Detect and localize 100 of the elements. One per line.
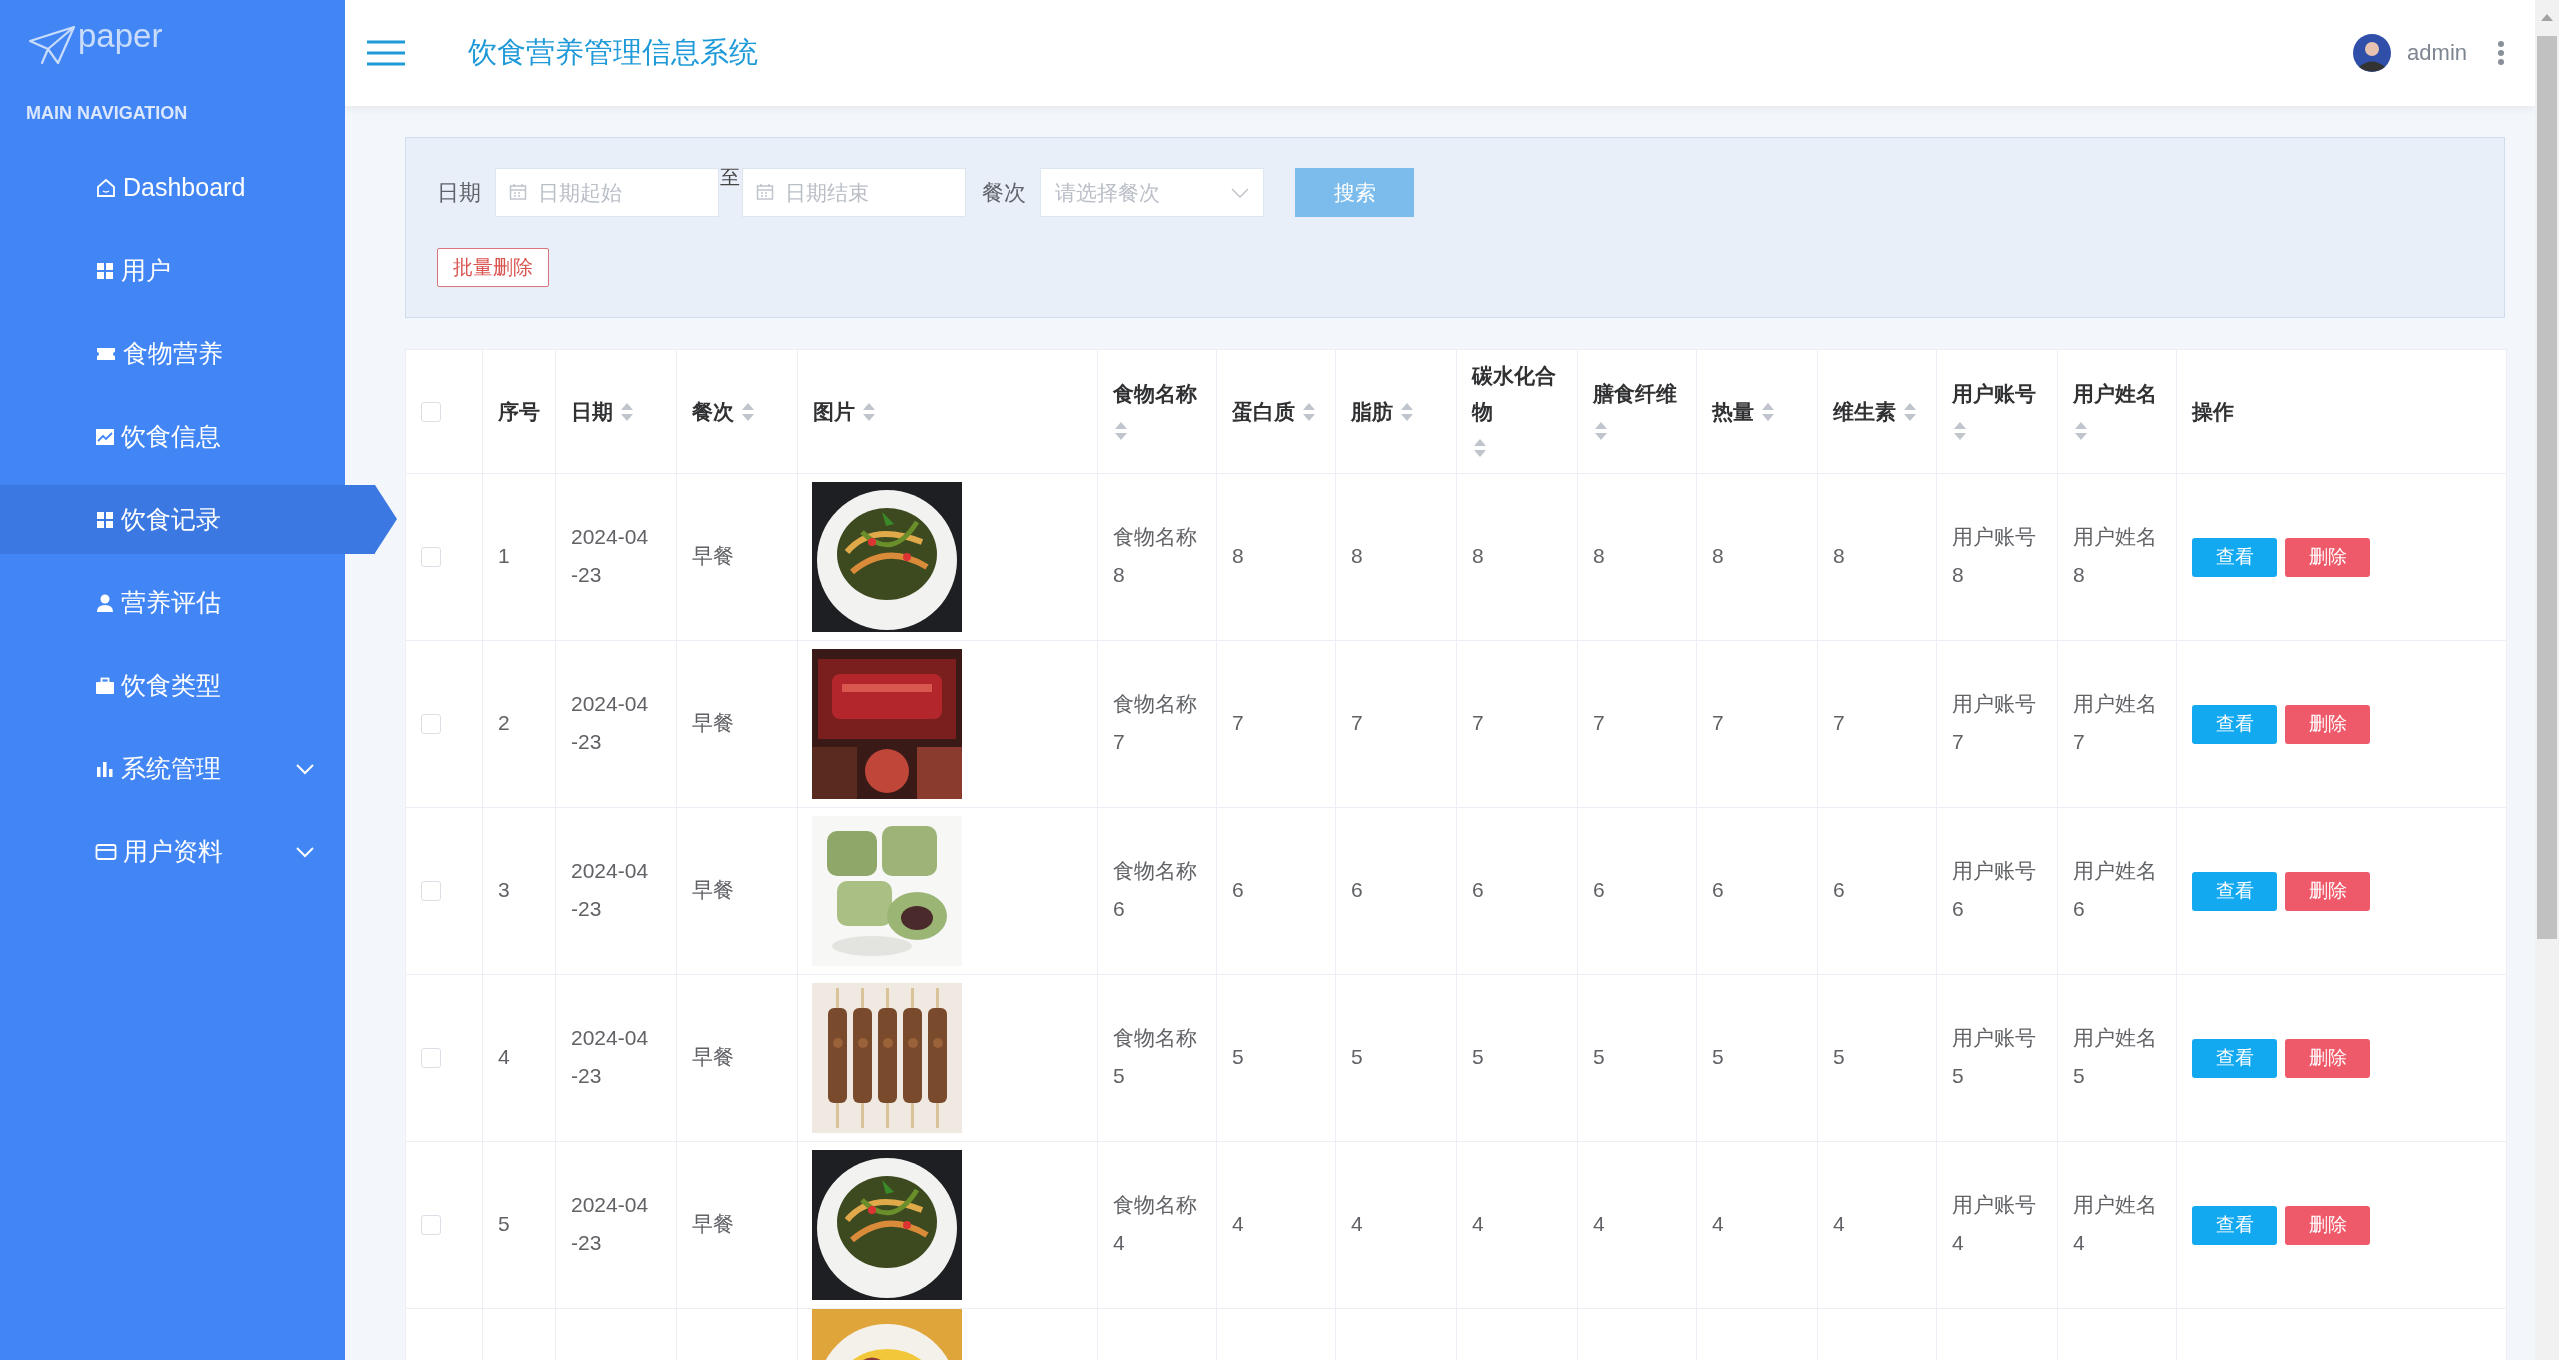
table-cell: 7 [1712,711,1724,734]
view-button[interactable]: 查看 [2192,1205,2277,1245]
table-cell: 用户账号6 [1952,859,2036,920]
batch-delete-button[interactable]: 批量删除 [437,248,549,287]
chevron-icon [1231,187,1249,198]
checkbox[interactable] [421,1215,441,1235]
table-cell: 用户姓名4 [2073,1193,2157,1254]
table-cell: 8 [1232,544,1244,567]
bar-chart-icon [95,759,115,778]
table-cell: 4 [1351,1212,1363,1235]
grid-icon [95,260,115,281]
table-cell: 4 [1593,1212,1605,1235]
section-title: MAIN NAVIGATION [25,102,189,125]
checkbox[interactable] [421,881,441,901]
table-cell: 8 [1351,544,1363,567]
table-cell: 8 [1712,544,1724,567]
table-cell: 早餐 [692,1045,734,1068]
table-cell: 4 [1712,1212,1724,1235]
table-cell: 5 [1833,1045,1845,1068]
table-cell: 8 [1472,544,1484,567]
delete-button[interactable]: 删除 [2285,704,2370,744]
checkbox[interactable] [421,714,441,734]
table-cell: 2024-04-23 [571,1193,649,1254]
scroll-thumb[interactable] [2537,36,2557,939]
logo-text: paper [78,17,163,55]
table-cell: 用户账号8 [1952,525,2036,586]
view-button[interactable]: 查看 [2192,537,2277,577]
table-cell: 2024-04-23 [571,859,649,920]
column-header: 维生素 [1833,398,1896,425]
table-cell: 2024-04-23 [571,1026,649,1087]
field-label: 餐次 [982,178,1026,207]
column-header: 用户账号 [1952,380,2036,407]
date-field[interactable]: 日期结束 [742,168,966,217]
table-cell: 4 [1232,1212,1244,1235]
column-header: 膳食纤维 [1593,380,1677,407]
select-field[interactable]: 请选择餐次 [1040,168,1264,217]
scroll-up-icon[interactable] [2540,12,2554,22]
table-cell: 6 [1472,878,1484,901]
table-cell: 6 [1232,878,1244,901]
table-cell: 5 [1593,1045,1605,1068]
table-cell: 5 [498,1212,510,1235]
calendar-icon [509,183,527,201]
table-cell: 6 [1712,878,1724,901]
table-cell: 食物名称5 [1113,1026,1197,1087]
user-name[interactable]: admin [2407,40,2467,66]
date-field[interactable]: 日期起始 [495,168,719,217]
table-cell: 4 [498,1045,510,1068]
table-cell: 6 [1593,878,1605,901]
view-button[interactable]: 查看 [2192,704,2277,744]
delete-button[interactable]: 删除 [2285,871,2370,911]
checkbox[interactable] [421,1048,441,1068]
table-cell: 早餐 [692,878,734,901]
checkbox[interactable] [421,401,441,422]
search-button[interactable]: 搜索 [1295,168,1414,217]
table-cell: 7 [1351,711,1363,734]
calendar-icon [756,183,774,201]
range-separator: 至 [720,165,740,190]
column-header: 食物名称 [1113,380,1197,407]
column-header: 序号 [498,398,540,425]
table-cell: 7 [1472,711,1484,734]
table-cell: 2024-04-23 [571,692,649,753]
column-header: 脂肪 [1351,398,1393,425]
table-cell: 用户姓名5 [2073,1026,2157,1087]
view-button[interactable]: 查看 [2192,1038,2277,1078]
table-cell: 7 [1232,711,1244,734]
delete-button[interactable]: 删除 [2285,1205,2370,1245]
user-icon [95,592,115,613]
table-cell: 用户姓名8 [2073,525,2157,586]
column-header: 餐次 [692,398,734,425]
avatar[interactable] [2353,34,2392,72]
table-cell: 4 [1833,1212,1845,1235]
table-cell: 早餐 [692,544,734,567]
table-cell: 用户账号4 [1952,1193,2036,1254]
view-button[interactable]: 查看 [2192,871,2277,911]
table-cell: 食物名称8 [1113,525,1197,586]
table-cell: 7 [1593,711,1605,734]
table-cell: 食物名称6 [1113,859,1197,920]
table-cell: 8 [1593,544,1605,567]
menu-icon[interactable] [367,40,405,66]
column-header: 热量 [1712,398,1754,425]
table-cell: 用户账号7 [1952,692,2036,753]
column-header: 用户姓名 [2073,380,2157,407]
table-cell: 8 [1833,544,1845,567]
table-cell: 4 [1472,1212,1484,1235]
more-icon[interactable] [2497,40,2505,66]
chart-icon [95,427,115,446]
table-cell: 早餐 [692,711,734,734]
scrollbar[interactable] [2535,0,2559,1360]
table-cell: 5 [1712,1045,1724,1068]
table-cell: 3 [498,878,510,901]
delete-button[interactable]: 删除 [2285,537,2370,577]
grid-icon [95,509,115,530]
table-cell: 6 [1833,878,1845,901]
table-cell: 食物名称7 [1113,692,1197,753]
table-cell: 用户姓名6 [2073,859,2157,920]
delete-button[interactable]: 删除 [2285,1038,2370,1078]
card-icon [95,842,117,861]
app-title: 饮食营养管理信息系统 [468,35,759,70]
home-icon [95,176,117,199]
checkbox[interactable] [421,547,441,567]
